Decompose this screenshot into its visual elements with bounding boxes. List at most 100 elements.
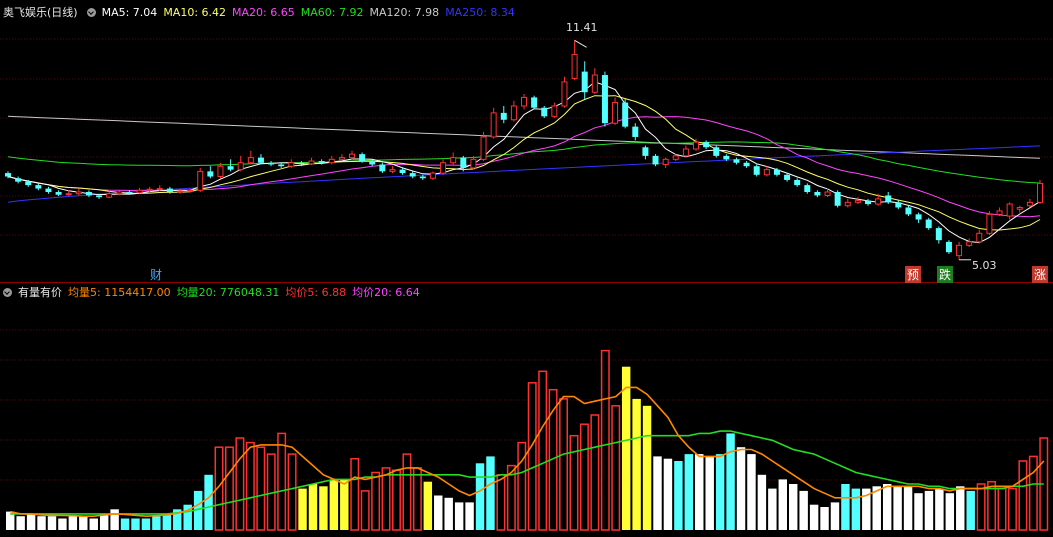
candle-body bbox=[106, 193, 113, 198]
candle-body bbox=[905, 207, 912, 215]
volume-avg5-line bbox=[10, 386, 1045, 518]
volume-bar bbox=[47, 516, 57, 530]
volume-bar bbox=[851, 488, 861, 530]
volume-bar bbox=[799, 490, 808, 530]
volume-bar bbox=[715, 454, 725, 530]
volume-bar bbox=[809, 504, 819, 530]
candle-body bbox=[642, 147, 649, 156]
volume-bar bbox=[820, 507, 829, 530]
zhang-marker: 涨 bbox=[1032, 266, 1049, 283]
candle-body bbox=[450, 157, 457, 164]
volume-bar bbox=[590, 414, 600, 531]
candle-body bbox=[814, 192, 821, 196]
ma60-line bbox=[7, 141, 1041, 184]
candle-body bbox=[662, 158, 669, 165]
candle-body bbox=[166, 188, 173, 192]
volume-bar bbox=[997, 487, 1007, 531]
candle-body bbox=[632, 126, 639, 137]
candle-body bbox=[318, 161, 325, 163]
volume-bar bbox=[319, 486, 328, 530]
volume-bar bbox=[16, 516, 25, 530]
volume-bar bbox=[841, 484, 850, 530]
candle-body bbox=[784, 174, 791, 180]
volume-bar bbox=[914, 493, 923, 530]
candle-body bbox=[136, 189, 143, 194]
candle-body bbox=[247, 157, 254, 164]
volume-bar bbox=[768, 488, 777, 530]
candle-body bbox=[531, 97, 538, 108]
candle-body bbox=[126, 192, 133, 193]
candle-body bbox=[187, 189, 194, 192]
candle-body bbox=[25, 181, 32, 186]
candlestick-chart[interactable] bbox=[0, 0, 1053, 282]
candle-body bbox=[571, 53, 578, 79]
volume-bar bbox=[287, 453, 297, 531]
candle-body bbox=[1006, 203, 1013, 217]
volume-bar bbox=[37, 516, 46, 530]
volume-bar bbox=[559, 398, 569, 531]
settings-circle-icon[interactable] bbox=[3, 287, 12, 297]
candle-body bbox=[865, 200, 871, 205]
volume-bar bbox=[956, 486, 965, 530]
candle-body bbox=[268, 162, 275, 165]
low-price-label: 5.03 bbox=[972, 259, 997, 272]
price5-label: 均价5: 6.88 bbox=[285, 286, 347, 299]
candle-body bbox=[470, 158, 477, 169]
candle-body bbox=[288, 162, 295, 167]
volume-bar bbox=[548, 388, 558, 531]
volume-bar bbox=[99, 513, 109, 530]
candle-body bbox=[743, 162, 750, 167]
volume-bar bbox=[475, 463, 485, 530]
volume-bar bbox=[173, 509, 182, 530]
volume-bar bbox=[935, 488, 944, 530]
ma10-line bbox=[7, 95, 1041, 231]
volume-bar bbox=[966, 490, 975, 530]
volume-bar bbox=[496, 474, 506, 531]
candle-body bbox=[794, 179, 801, 186]
volume-bar bbox=[642, 405, 652, 530]
candle-body bbox=[966, 241, 973, 246]
volume-bar bbox=[360, 490, 370, 531]
candle-body bbox=[945, 241, 952, 253]
volume-bar bbox=[757, 474, 767, 530]
candle-body bbox=[612, 102, 619, 124]
candle-body bbox=[237, 162, 244, 171]
high-price-label: 11.41 bbox=[566, 21, 598, 34]
candle-body bbox=[875, 198, 882, 205]
candle-body bbox=[440, 162, 447, 174]
candle-body bbox=[804, 185, 811, 192]
volume-bar bbox=[872, 486, 881, 530]
volume-bar bbox=[214, 446, 224, 531]
candle-body bbox=[672, 155, 679, 160]
vol5-label: 均量5: 1154417.00 bbox=[68, 286, 171, 299]
volume-bar bbox=[340, 479, 349, 530]
volume-bar bbox=[381, 467, 391, 531]
volume-panel-header: 有量有价 均量5: 1154417.00 均量20: 776048.31 均价5… bbox=[0, 282, 426, 302]
candle-body bbox=[591, 74, 598, 93]
candle-body bbox=[1037, 182, 1043, 203]
volume-bar bbox=[882, 484, 892, 530]
volume-bar bbox=[527, 382, 537, 531]
candle-body bbox=[885, 195, 892, 203]
candle-body bbox=[703, 142, 710, 148]
volume-bar bbox=[632, 398, 641, 530]
volume-bar bbox=[684, 454, 694, 530]
volume-bar bbox=[945, 493, 955, 530]
candle-body bbox=[682, 148, 689, 157]
candle-body bbox=[956, 244, 963, 257]
candle-body bbox=[935, 228, 942, 241]
volume-bar bbox=[569, 434, 579, 531]
candle-body bbox=[834, 192, 841, 206]
volume-bar bbox=[517, 441, 527, 531]
volume-bar bbox=[402, 453, 412, 531]
candle-body bbox=[35, 185, 42, 189]
candle-body bbox=[328, 158, 335, 164]
ma120-line bbox=[7, 115, 1041, 159]
volume-bar bbox=[298, 488, 307, 530]
candle-body bbox=[763, 169, 770, 176]
candle-body bbox=[5, 173, 11, 177]
volume-bar bbox=[736, 447, 746, 530]
candle-body bbox=[278, 164, 285, 167]
candle-body bbox=[925, 219, 932, 229]
volume-bar bbox=[830, 502, 840, 530]
